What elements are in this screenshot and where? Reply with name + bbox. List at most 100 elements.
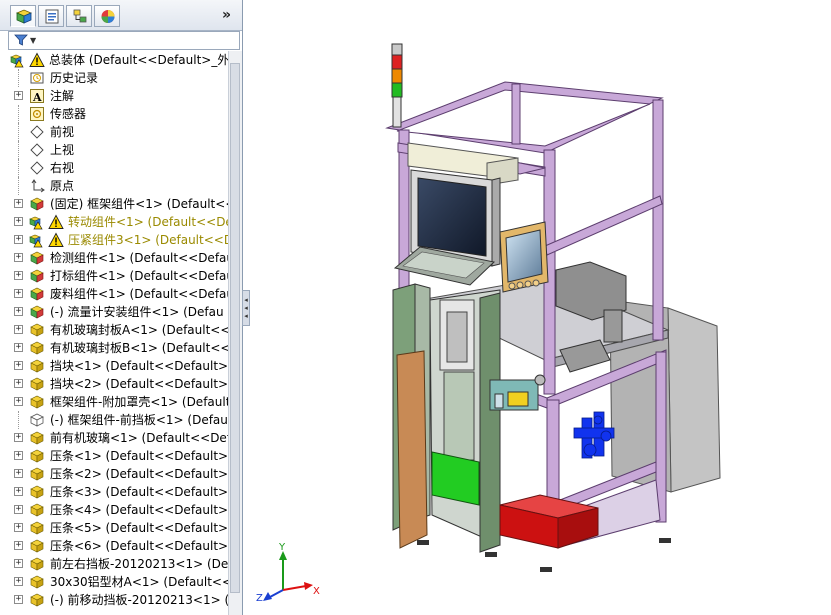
expand-toggle-icon[interactable]: +: [14, 523, 23, 532]
tree-item-label: 总装体 (Default<<Default>_外): [49, 53, 228, 67]
expand-toggle-icon[interactable]: +: [14, 343, 23, 352]
graphics-area[interactable]: Y X Z: [250, 0, 831, 615]
tree-item[interactable]: (-) 框架组件-前挡板<1> (Defaul: [0, 411, 228, 429]
tree-item-label: 有机玻璃封板B<1> (Default<<D: [50, 341, 228, 355]
expand-toggle-icon[interactable]: +: [14, 253, 23, 262]
subassembly-warning-icon: [29, 232, 45, 248]
tree-item-label: 前有机玻璃<1> (Default<<Def: [50, 431, 228, 445]
tree-item[interactable]: + 前左右挡板-20120213<1> (Def: [0, 555, 228, 573]
expand-toggle-icon[interactable]: +: [14, 469, 23, 478]
tree-item[interactable]: + 检测组件<1> (Default<<Defau: [0, 249, 228, 267]
tree-item[interactable]: + 框架组件-附加罩壳<1> (Default: [0, 393, 228, 411]
expand-toggle-icon[interactable]: +: [14, 595, 23, 604]
tree-item[interactable]: + 挡块<1> (Default<<Default>_5: [0, 357, 228, 375]
tree-item[interactable]: + A 注解: [0, 87, 228, 105]
scrollbar-thumb[interactable]: [230, 63, 240, 593]
tree-item-label: 废料组件<1> (Default<<Default_: [50, 287, 228, 301]
tree-item-label: (-) 流量计安装组件<1> (Defau: [50, 305, 224, 319]
history-icon: [29, 70, 45, 86]
expand-toggle-icon[interactable]: +: [14, 235, 23, 244]
tab-feature-manager[interactable]: [10, 5, 36, 27]
tree-item[interactable]: 前视: [0, 123, 228, 141]
part-icon: [29, 484, 45, 500]
tree-item-label: 压条<2> (Default<<Default>_5: [50, 467, 228, 481]
expand-toggle-icon[interactable]: +: [14, 559, 23, 568]
tree-item[interactable]: + (-) 前移动挡板-20120213<1> (D: [0, 591, 228, 609]
tree-item[interactable]: 原点: [0, 177, 228, 195]
tree-item[interactable]: + 挡块<2> (Default<<Default>_5: [0, 375, 228, 393]
expand-toggle-icon[interactable]: +: [14, 361, 23, 370]
tree-item[interactable]: 历史记录: [0, 69, 228, 87]
tree-item[interactable]: + (-) 流量计安装组件<1> (Defau: [0, 303, 228, 321]
expand-toggle-icon[interactable]: +: [14, 271, 23, 280]
tree-item[interactable]: + 压条<1> (Default<<Default>_5: [0, 447, 228, 465]
tree-item-label: (-) 前移动挡板-20120213<1> (D: [50, 593, 228, 607]
tree-item[interactable]: + 打标组件<1> (Default<<Defau: [0, 267, 228, 285]
tree-item-label: 转动组件<1> (Default<<De: [68, 215, 228, 229]
tree-item-label: 有机玻璃封板A<1> (Default<<D: [50, 323, 228, 337]
triad-x-label: X: [313, 586, 320, 597]
tree-item-label: 传感器: [50, 107, 87, 121]
expand-toggle-icon[interactable]: +: [14, 505, 23, 514]
tree-item-label: 压紧组件3<1> (Default<<De: [68, 233, 228, 247]
expand-toggle-icon[interactable]: +: [14, 325, 23, 334]
expand-toggle-icon[interactable]: +: [14, 307, 23, 316]
wood-panel: [396, 350, 428, 549]
tree-item-label: 右视: [50, 161, 75, 175]
tree-item[interactable]: + 转动组件<1> (Default<<De: [0, 213, 228, 231]
tree-item[interactable]: + 压条<4> (Default<<Default>_5: [0, 501, 228, 519]
tree-connector: [18, 159, 20, 177]
tree-scrollbar[interactable]: [228, 51, 242, 615]
inspection-monitor: [499, 221, 549, 293]
tree-item[interactable]: + (固定) 框架组件<1> (Default<<: [0, 195, 228, 213]
expand-toggle-icon[interactable]: +: [14, 289, 23, 298]
triad-z-label: Z: [256, 593, 263, 604]
expand-toggle-icon[interactable]: +: [14, 199, 23, 208]
expand-toggle-icon[interactable]: +: [14, 397, 23, 406]
tree-item[interactable]: +30x30铝型材A<1> (Default<<D: [0, 573, 228, 591]
expand-toggle-icon[interactable]: +: [14, 451, 23, 460]
tree-item-label: 框架组件-附加罩壳<1> (Default: [50, 395, 228, 409]
expand-toggle-icon[interactable]: +: [14, 91, 23, 100]
tree-connector: [18, 411, 20, 429]
tree-item[interactable]: + 压条<2> (Default<<Default>_5: [0, 465, 228, 483]
plane-icon: [29, 124, 45, 140]
tree-item[interactable]: + 压条<3> (Default<<Default>_5: [0, 483, 228, 501]
tree-item[interactable]: + 有机玻璃封板A<1> (Default<<D: [0, 321, 228, 339]
expand-toggle-icon[interactable]: +: [14, 433, 23, 442]
plane-icon: [29, 142, 45, 158]
panel-collapse-handle[interactable]: ◂ ◂ ◂: [242, 290, 250, 326]
tree-item-label: 检测组件<1> (Default<<Defau: [50, 251, 228, 265]
expand-toggle-icon[interactable]: +: [14, 541, 23, 550]
tree-item[interactable]: + 废料组件<1> (Default<<Default_: [0, 285, 228, 303]
expand-toggle-icon[interactable]: +: [14, 577, 23, 586]
tree-item[interactable]: + 压紧组件3<1> (Default<<De: [0, 231, 228, 249]
more-tabs-icon[interactable]: »: [222, 7, 231, 23]
tree-item-label: 压条<6> (Default<<Default>_5: [50, 539, 228, 553]
expand-toggle-icon[interactable]: +: [14, 487, 23, 496]
tree-item[interactable]: 右视: [0, 159, 228, 177]
tree-filter[interactable]: ▼: [8, 31, 240, 50]
feature-tree: 总装体 (Default<<Default>_外) 历史记录 + A 注解传感器前视 上视…: [0, 51, 228, 615]
tree-item-label: 注解: [50, 89, 75, 103]
feature-manager-panel: » ▼ 总装体 (Default<<Default>_外) 历史记录 + A 注解传感器…: [0, 0, 243, 615]
tree-item-label: 压条<3> (Default<<Default>_5: [50, 485, 228, 499]
part-icon: [29, 376, 45, 392]
tree-item[interactable]: 总装体 (Default<<Default>_外): [0, 51, 228, 69]
tree-item[interactable]: 传感器: [0, 105, 228, 123]
expand-toggle-icon[interactable]: +: [14, 379, 23, 388]
red-waste-box: [499, 494, 599, 549]
tree-item[interactable]: 上视: [0, 141, 228, 159]
expand-toggle-icon[interactable]: +: [14, 217, 23, 226]
tab-property-manager[interactable]: [38, 5, 64, 27]
warning-icon: [48, 232, 64, 248]
tree-item[interactable]: + 压条<6> (Default<<Default>_5: [0, 537, 228, 555]
tree-item[interactable]: + 压条<5> (Default<<Default>_5: [0, 519, 228, 537]
tree-item-label: (-) 框架组件-前挡板<1> (Defaul: [50, 413, 228, 427]
part-icon: [29, 448, 45, 464]
tree-item-label: 挡块<1> (Default<<Default>_5: [50, 359, 228, 373]
tab-configuration-manager[interactable]: [66, 5, 92, 27]
tree-item[interactable]: + 有机玻璃封板B<1> (Default<<D: [0, 339, 228, 357]
tree-item[interactable]: + 前有机玻璃<1> (Default<<Def: [0, 429, 228, 447]
tab-display-manager[interactable]: [94, 5, 120, 27]
